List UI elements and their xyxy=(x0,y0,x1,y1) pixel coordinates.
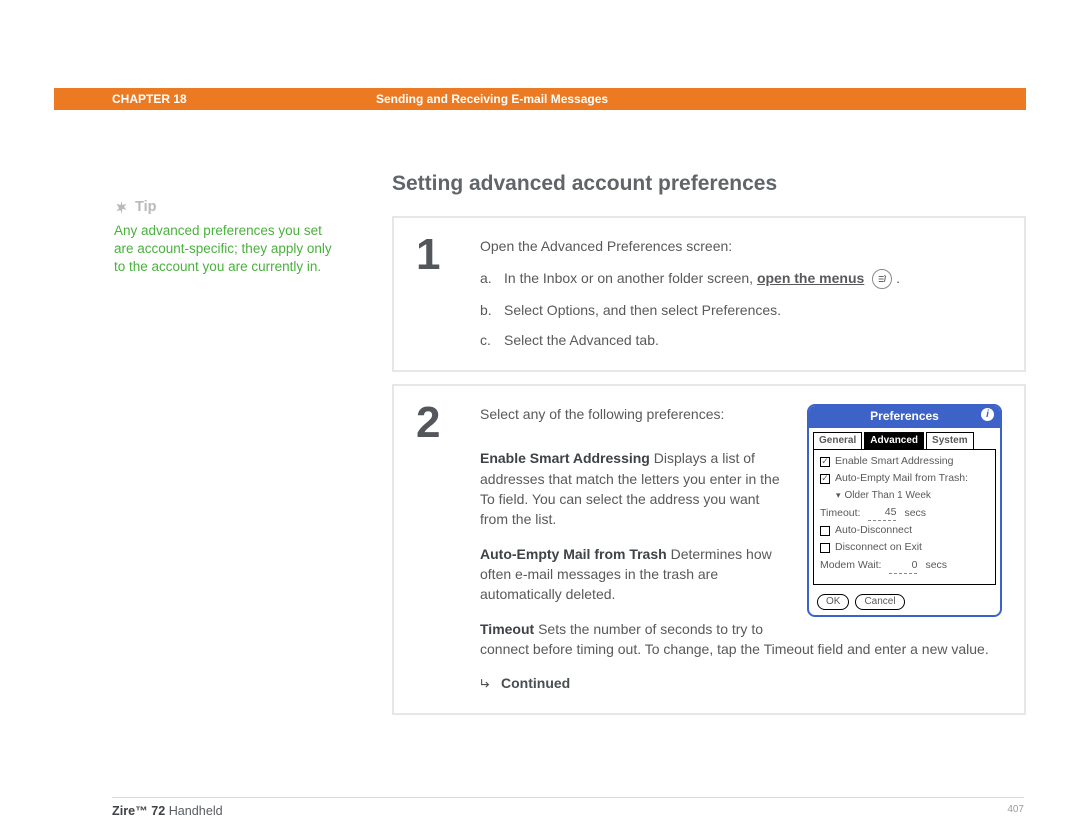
continued-arrow-icon xyxy=(480,677,493,690)
step1-intro: Open the Advanced Preferences screen: xyxy=(480,236,1002,256)
cancel-button[interactable]: Cancel xyxy=(855,594,904,610)
checkbox-icon[interactable]: ✓ xyxy=(820,474,830,484)
tab-advanced[interactable]: Advanced xyxy=(864,432,924,450)
step-2: 2 Preferences i General Advanced System … xyxy=(392,384,1026,715)
option-timeout: Timeout Sets the number of seconds to tr… xyxy=(480,619,1002,660)
tip-heading: Tip xyxy=(114,198,340,218)
chapter-title: Sending and Receiving E-mail Messages xyxy=(376,92,608,106)
step1-b: b. Select Options, and then select Prefe… xyxy=(480,300,1002,320)
tip-body: Any advanced preferences you set are acc… xyxy=(114,222,340,277)
page-footer: Zire™ 72 Handheld 407 xyxy=(112,797,1024,818)
section-title: Setting advanced account preferences xyxy=(392,172,1026,196)
continued-indicator: Continued xyxy=(480,673,1002,693)
palm-tabs: General Advanced System xyxy=(809,428,1000,450)
checkbox-icon[interactable]: ✓ xyxy=(820,457,830,467)
step1-a: a. In the Inbox or on another folder scr… xyxy=(480,268,1002,289)
step-number: 1 xyxy=(416,236,446,350)
palm-pane: ✓Enable Smart Addressing ✓Auto-Empty Mai… xyxy=(813,449,996,585)
chapter-label: CHAPTER 18 xyxy=(54,92,376,106)
main-content: Setting advanced account preferences 1 O… xyxy=(392,172,1026,727)
step1-body: Open the Advanced Preferences screen: a.… xyxy=(480,236,1002,350)
tab-system[interactable]: System xyxy=(926,432,974,450)
palm-title-bar: Preferences i xyxy=(809,406,1000,427)
sidebar-tip: Tip Any advanced preferences you set are… xyxy=(114,198,340,276)
menu-icon xyxy=(872,269,892,289)
modem-wait-field[interactable]: 0 xyxy=(889,558,917,574)
step-1: 1 Open the Advanced Preferences screen: … xyxy=(392,216,1026,372)
chapter-header: CHAPTER 18 Sending and Receiving E-mail … xyxy=(54,88,1026,110)
tab-general[interactable]: General xyxy=(813,432,862,450)
step2-body: Preferences i General Advanced System ✓E… xyxy=(480,404,1002,693)
checkbox-icon[interactable] xyxy=(820,543,830,553)
checkbox-icon[interactable] xyxy=(820,526,830,536)
dropdown-older-than[interactable]: Older Than 1 Week xyxy=(836,489,989,504)
palm-preferences-screenshot: Preferences i General Advanced System ✓E… xyxy=(807,404,1002,617)
palm-buttons: OK Cancel xyxy=(809,589,1000,615)
step1-c: c. Select the Advanced tab. xyxy=(480,330,1002,350)
ok-button[interactable]: OK xyxy=(817,594,849,610)
step-number: 2 xyxy=(416,404,446,693)
product-name: Zire™ 72 Handheld xyxy=(112,804,223,818)
tip-label: Tip xyxy=(135,198,156,218)
open-the-menus-link[interactable]: open the menus xyxy=(757,270,864,286)
page-number: 407 xyxy=(1007,804,1024,818)
asterisk-icon xyxy=(114,200,129,215)
timeout-field[interactable]: 45 xyxy=(868,505,896,521)
info-icon: i xyxy=(981,408,994,421)
